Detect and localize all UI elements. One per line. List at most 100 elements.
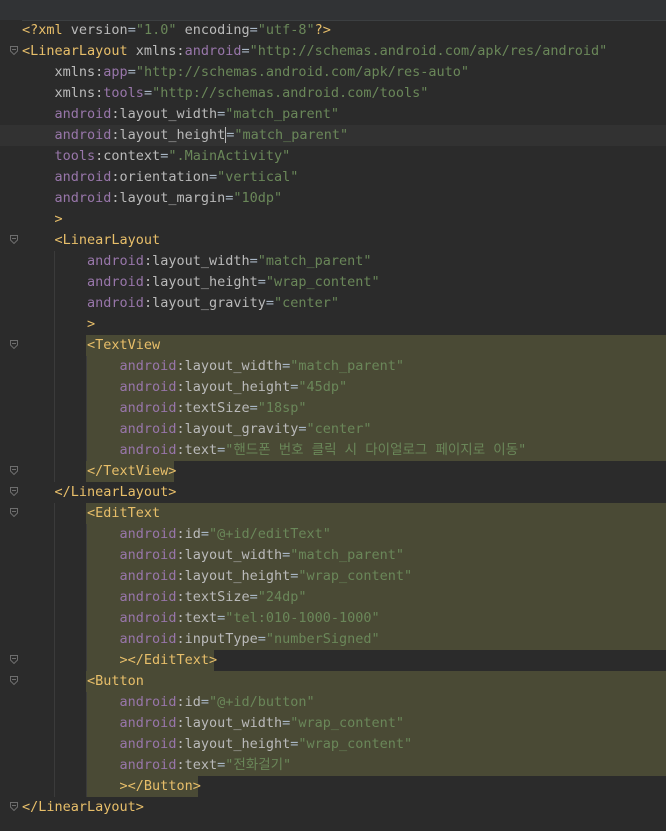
token-val: "match_parent" xyxy=(290,358,405,374)
token-attr: :inputType xyxy=(176,631,258,647)
token-attr: :layout_margin xyxy=(111,190,226,206)
code-line[interactable]: </TextView> xyxy=(0,461,666,482)
code-line[interactable]: android:orientation="vertical" xyxy=(0,167,666,188)
code-line[interactable]: <TextView xyxy=(0,335,666,356)
code-line[interactable]: <EditText xyxy=(0,503,666,524)
code-editor[interactable]: <?xml version="1.0" encoding="utf-8"?> <L… xyxy=(0,20,666,818)
code-text: <TextView xyxy=(22,335,160,356)
token-ns: tools xyxy=(103,85,144,101)
code-line[interactable]: > xyxy=(0,209,666,230)
token-ns: android xyxy=(119,547,177,563)
code-line[interactable]: android:layout_width="match_parent" xyxy=(0,545,666,566)
code-line[interactable]: <Button xyxy=(0,671,666,692)
token-val: "match_parent" xyxy=(225,106,340,122)
code-line[interactable]: android:layout_margin="10dp" xyxy=(0,188,666,209)
token-attr: :layout_gravity xyxy=(143,295,266,311)
code-line[interactable]: android:text="핸드폰 번호 클릭 시 다이얼로그 페이지로 이동" xyxy=(0,440,666,461)
code-line[interactable]: android:textSize="18sp" xyxy=(0,398,666,419)
code-line[interactable]: ></EditText> xyxy=(0,650,666,671)
code-line[interactable]: android:layout_width="match_parent" xyxy=(0,251,666,272)
code-line[interactable]: android:layout_height="match_parent" xyxy=(0,125,666,146)
token-attr: :layout_height xyxy=(176,568,291,584)
code-line[interactable]: android:layout_gravity="center" xyxy=(0,293,666,314)
token-attr: xmlns: xyxy=(135,43,185,59)
token-val: "tel:010-1000-1000" xyxy=(225,610,380,626)
token-attr: xmlns: xyxy=(54,85,104,101)
code-line[interactable]: <LinearLayout xmlns:android="http://sche… xyxy=(0,41,666,62)
token-attr: :textSize xyxy=(176,589,250,605)
code-line[interactable]: android:id="@+id/editText" xyxy=(0,524,666,545)
code-line[interactable]: </LinearLayout> xyxy=(0,797,666,818)
code-text: android:layout_height="wrap_content" xyxy=(22,566,413,587)
token-attr: encoding xyxy=(176,22,250,38)
token-attr: xmlns: xyxy=(54,64,104,80)
code-line[interactable]: android:layout_height="wrap_content" xyxy=(0,734,666,755)
code-line[interactable]: android:id="@+id/button" xyxy=(0,692,666,713)
code-line[interactable]: android:textSize="24dp" xyxy=(0,587,666,608)
code-text: android:text="tel:010-1000-1000" xyxy=(22,608,380,629)
token-attr: version xyxy=(70,22,128,38)
code-line[interactable]: <LinearLayout xyxy=(0,230,666,251)
code-line[interactable]: android:text="tel:010-1000-1000" xyxy=(0,608,666,629)
token-val: "전화걸기" xyxy=(225,757,292,773)
token-val: "wrap_content" xyxy=(265,274,380,290)
token-plain: = xyxy=(217,442,226,458)
code-line[interactable]: android:layout_height="wrap_content" xyxy=(0,272,666,293)
token-plain: = xyxy=(298,421,307,437)
fold-marker-icon[interactable] xyxy=(10,802,18,811)
code-line[interactable]: <?xml version="1.0" encoding="utf-8"?> xyxy=(0,20,666,41)
token-plain: = xyxy=(217,757,226,773)
token-val: "wrap_content" xyxy=(298,568,413,584)
code-line[interactable]: </LinearLayout> xyxy=(0,482,666,503)
code-line[interactable]: > xyxy=(0,314,666,335)
fold-marker-icon[interactable] xyxy=(10,340,18,349)
fold-marker-icon[interactable] xyxy=(10,235,18,244)
code-line[interactable]: android:layout_gravity="center" xyxy=(0,419,666,440)
code-line[interactable]: android:layout_width="match_parent" xyxy=(0,356,666,377)
code-text: android:layout_gravity="center" xyxy=(22,293,339,314)
fold-marker-icon[interactable] xyxy=(10,676,18,685)
token-ns: android xyxy=(87,274,144,290)
token-ns: android xyxy=(54,127,112,143)
token-ns: android xyxy=(119,379,177,395)
code-line[interactable]: android:layout_height="wrap_content" xyxy=(0,566,666,587)
fold-marker-icon[interactable] xyxy=(10,487,18,496)
code-line[interactable]: ></Button> xyxy=(0,776,666,797)
code-line[interactable]: xmlns:tools="http://schemas.android.com/… xyxy=(0,83,666,104)
token-plain: = xyxy=(249,400,258,416)
token-tag: > xyxy=(87,316,96,332)
token-val: "45dp" xyxy=(298,379,348,395)
token-tag: <LinearLayout xyxy=(54,232,161,248)
code-line[interactable]: android:layout_width="match_parent" xyxy=(0,104,666,125)
token-ns: android xyxy=(54,190,112,206)
fold-marker-icon[interactable] xyxy=(10,46,18,55)
token-val: "utf-8" xyxy=(257,22,315,38)
token-val: "1.0" xyxy=(135,22,177,38)
token-tag: <EditText xyxy=(87,505,161,521)
code-line[interactable]: xmlns:app="http://schemas.android.com/ap… xyxy=(0,62,666,83)
token-plain: = xyxy=(217,610,226,626)
code-line[interactable]: android:layout_width="wrap_content" xyxy=(0,713,666,734)
token-val: "match_parent" xyxy=(234,127,349,143)
code-text: android:id="@+id/editText" xyxy=(22,524,331,545)
token-attr: :text xyxy=(176,757,218,773)
code-line[interactable]: android:inputType="numberSigned" xyxy=(0,629,666,650)
code-line[interactable]: android:text="전화걸기" xyxy=(0,755,666,776)
code-line[interactable]: android:layout_height="45dp" xyxy=(0,377,666,398)
token-ns: android xyxy=(54,169,112,185)
code-line[interactable]: tools:context=".MainActivity" xyxy=(0,146,666,167)
fold-marker-icon[interactable] xyxy=(10,655,18,664)
token-plain: = xyxy=(249,589,258,605)
fold-marker-icon[interactable] xyxy=(10,466,18,475)
fold-marker-icon[interactable] xyxy=(10,508,18,517)
